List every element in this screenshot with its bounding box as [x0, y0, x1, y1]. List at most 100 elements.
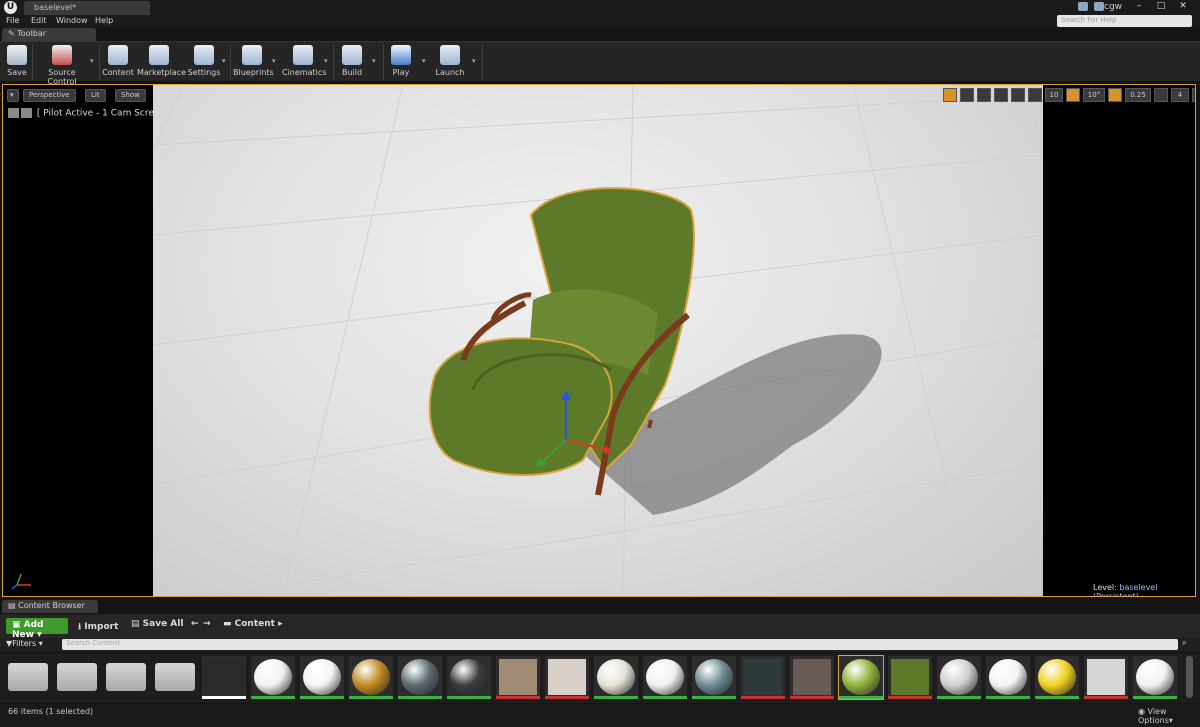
material-asset-tile[interactable]: [937, 656, 981, 699]
camera-speed-value[interactable]: 4: [1171, 88, 1189, 102]
material-asset-tile[interactable]: [986, 656, 1030, 699]
eject-icon[interactable]: [8, 108, 19, 118]
scale-snap-icon[interactable]: [1108, 88, 1122, 102]
level-viewport[interactable]: ▾ Perspective Lit Show [ Pilot Active - …: [2, 84, 1196, 597]
toolbar-separator: [383, 44, 384, 80]
texture-asset-tile[interactable]: [790, 656, 834, 699]
texture-asset-tile[interactable]: [888, 656, 932, 699]
camera-speed-icon[interactable]: [1154, 88, 1168, 102]
chevron-down-icon[interactable]: ▾: [90, 57, 94, 65]
scale-icon[interactable]: [977, 88, 991, 102]
build-button[interactable]: Build: [338, 44, 366, 80]
rotation-snap-value[interactable]: 10°: [1083, 88, 1105, 102]
clapperboard-icon: [293, 45, 313, 65]
material-asset-tile[interactable]: [398, 656, 442, 699]
material-asset-tile[interactable]: [643, 656, 687, 699]
source-control-button[interactable]: Source Control: [34, 44, 90, 86]
search-icon[interactable]: ⌕: [1182, 638, 1187, 648]
close-icon[interactable]: ✕: [1172, 0, 1194, 13]
world-space-icon[interactable]: [994, 88, 1008, 102]
viewport-scene[interactable]: [153, 85, 1043, 596]
material-asset-tile[interactable]: [349, 656, 393, 699]
settings-button[interactable]: Settings: [186, 44, 222, 80]
chevron-down-icon[interactable]: ▾: [422, 57, 426, 65]
texture-asset-tile[interactable]: [741, 656, 785, 699]
import-button[interactable]: ⭳ Import: [78, 619, 118, 635]
chevron-down-icon[interactable]: ▾: [222, 57, 226, 65]
menu-edit[interactable]: Edit: [31, 16, 47, 25]
blueprints-button[interactable]: Blueprints: [233, 44, 274, 80]
history-forward-icon[interactable]: →: [203, 619, 211, 629]
filters-button[interactable]: ▼Filters ▾: [6, 639, 43, 648]
save-button[interactable]: Save: [4, 44, 30, 80]
level-document-tab[interactable]: baselevel*: [24, 1, 150, 15]
content-path-button[interactable]: ▬ Content ▸: [223, 619, 283, 629]
rotation-snap-icon[interactable]: [1066, 88, 1080, 102]
translate-icon[interactable]: [943, 88, 957, 102]
rotate-icon[interactable]: [960, 88, 974, 102]
marketplace-button[interactable]: Marketplace: [137, 44, 186, 80]
asset-folder[interactable]: [57, 663, 97, 691]
content-browser-tab[interactable]: ▤ Content Browser: [2, 600, 98, 613]
chevron-down-icon[interactable]: ▾: [372, 57, 376, 65]
asset-folder[interactable]: [106, 663, 146, 691]
material-asset-tile[interactable]: [692, 656, 736, 699]
toolbar-separator: [333, 44, 334, 80]
material-asset-tile[interactable]: [1133, 656, 1177, 699]
menu-file[interactable]: File: [6, 16, 19, 25]
viewport-options-icon[interactable]: ▾: [7, 89, 19, 102]
main-toolbar: Save Source Control ▾ Content Marketplac…: [0, 41, 1200, 86]
texture-asset-tile[interactable]: [496, 656, 540, 699]
texture-asset-tile[interactable]: [202, 656, 246, 699]
material-asset-tile[interactable]: [838, 655, 884, 700]
material-asset-tile[interactable]: [594, 656, 638, 699]
maximize-icon[interactable]: □: [1150, 0, 1172, 13]
view-options-button[interactable]: ◉ View Options▾: [1138, 707, 1200, 725]
texture-asset-tile[interactable]: [545, 656, 589, 699]
help-search-input[interactable]: Search For Help: [1057, 15, 1192, 27]
toolbar-tab[interactable]: ✎ Toolbar: [2, 28, 96, 41]
menu-help[interactable]: Help: [95, 16, 113, 25]
scale-snap-value[interactable]: 0.25: [1125, 88, 1151, 102]
minimize-icon[interactable]: –: [1128, 0, 1150, 13]
save-all-button[interactable]: ▤ Save All: [131, 619, 183, 629]
maximize-viewport-icon[interactable]: [1192, 88, 1195, 102]
texture-asset-tile[interactable]: [1084, 656, 1128, 699]
asset-scrollbar[interactable]: [1186, 656, 1193, 698]
chevron-down-icon[interactable]: ▾: [472, 57, 476, 65]
asset-type-color-bar: [986, 696, 1030, 699]
eye-icon: ◉: [1138, 707, 1148, 716]
lit-dropdown[interactable]: Lit: [85, 89, 106, 102]
feedback-icon[interactable]: [1094, 2, 1104, 11]
axis-indicator-icon: [11, 573, 31, 590]
launch-button[interactable]: Launch: [434, 44, 466, 80]
material-asset-tile[interactable]: [300, 656, 344, 699]
asset-type-color-bar: [1133, 696, 1177, 699]
chat-icon[interactable]: [1078, 2, 1088, 11]
chevron-down-icon[interactable]: ▾: [272, 57, 276, 65]
grid-snap-icon[interactable]: [1028, 88, 1042, 102]
content-button[interactable]: Content: [102, 44, 134, 80]
asset-thumbnail: [744, 659, 782, 695]
search-content-input[interactable]: Search Content: [62, 639, 1178, 650]
material-asset-tile[interactable]: [251, 656, 295, 699]
import-label: Import: [84, 622, 119, 632]
show-dropdown[interactable]: Show: [115, 89, 146, 102]
cinematics-label: Cinematics: [282, 68, 327, 77]
perspective-dropdown[interactable]: Perspective: [23, 89, 76, 102]
cinematics-button[interactable]: Cinematics: [282, 44, 327, 80]
asset-folder[interactable]: [8, 663, 48, 691]
material-asset-tile[interactable]: [447, 656, 491, 699]
history-back-icon[interactable]: ←: [191, 619, 199, 629]
surface-snap-icon[interactable]: [1011, 88, 1025, 102]
save-label: Save: [7, 68, 27, 77]
chevron-down-icon[interactable]: ▾: [324, 57, 328, 65]
floor-grid: [153, 85, 1043, 596]
menu-window[interactable]: Window: [56, 16, 88, 25]
material-asset-tile[interactable]: [1035, 656, 1079, 699]
grid-snap-value[interactable]: 10: [1045, 88, 1063, 102]
add-new-button[interactable]: ▣ Add New ▾: [6, 618, 68, 640]
unreal-logo-icon[interactable]: U: [4, 1, 17, 14]
play-button[interactable]: Play: [388, 44, 414, 80]
asset-folder[interactable]: [155, 663, 195, 691]
